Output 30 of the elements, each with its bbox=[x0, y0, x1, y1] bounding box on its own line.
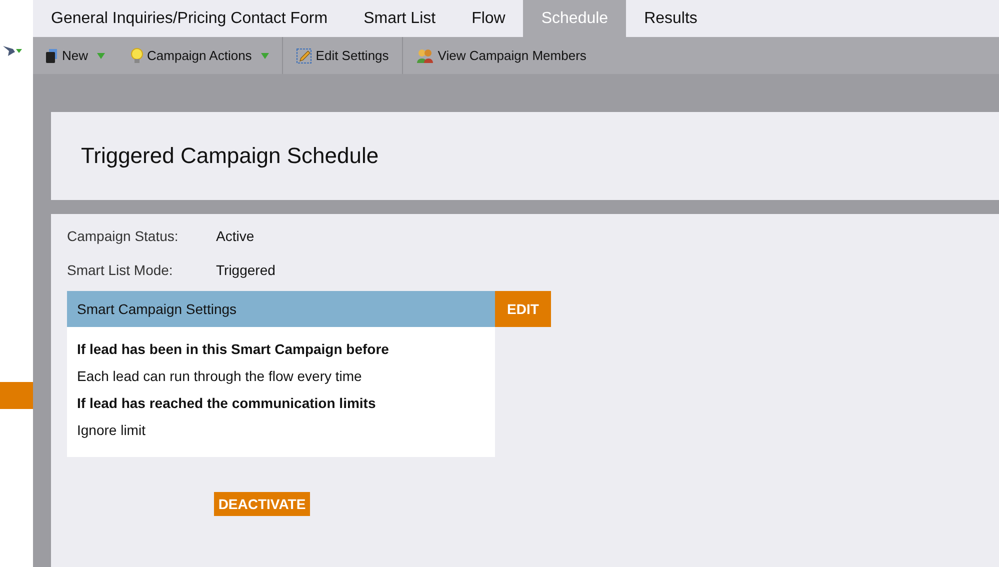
tab[interactable]: Smart List bbox=[346, 0, 454, 37]
field-label: Campaign Status: bbox=[67, 228, 180, 244]
toolbar-button[interactable]: View Campaign Members bbox=[402, 37, 600, 74]
setting-heading: If lead has been in this Smart Campaign before bbox=[77, 340, 390, 359]
caret-icon bbox=[260, 52, 269, 58]
toolbar-label: View Campaign Members bbox=[438, 48, 586, 63]
setting-value: Each lead can run through the flow every time bbox=[77, 367, 363, 386]
toolbar-button[interactable]: Edit Settings bbox=[282, 37, 402, 74]
pencil-icon bbox=[296, 48, 312, 64]
toolbar-label: Edit Settings bbox=[316, 48, 389, 63]
toolbar-label: New bbox=[62, 48, 88, 63]
funnel-icon[interactable] bbox=[2, 44, 22, 58]
field-value: Active bbox=[216, 228, 254, 244]
setting-heading: If lead has reached the communication limits bbox=[77, 394, 377, 413]
tab[interactable]: Flow bbox=[454, 0, 524, 37]
toolbar-label: Campaign Actions bbox=[147, 48, 252, 63]
field-label: Smart List Mode: bbox=[67, 262, 174, 278]
toolbar-button[interactable]: Campaign Actions bbox=[118, 37, 282, 74]
toolbar-button[interactable]: New bbox=[33, 37, 118, 74]
people-icon bbox=[416, 48, 434, 64]
selected-marker bbox=[0, 382, 33, 409]
caret-icon bbox=[97, 52, 106, 58]
lightbulb-icon bbox=[131, 48, 144, 64]
setting-value: Ignore limit bbox=[77, 421, 146, 440]
tab[interactable]: Results bbox=[626, 0, 716, 37]
document-icon bbox=[46, 48, 58, 62]
tab[interactable]: General Inquiries/Pricing Contact Form bbox=[33, 0, 346, 37]
field-value: Triggered bbox=[216, 262, 276, 278]
page-title: Triggered Campaign Schedule bbox=[81, 143, 379, 169]
settings-header: Smart Campaign Settings bbox=[67, 291, 495, 327]
